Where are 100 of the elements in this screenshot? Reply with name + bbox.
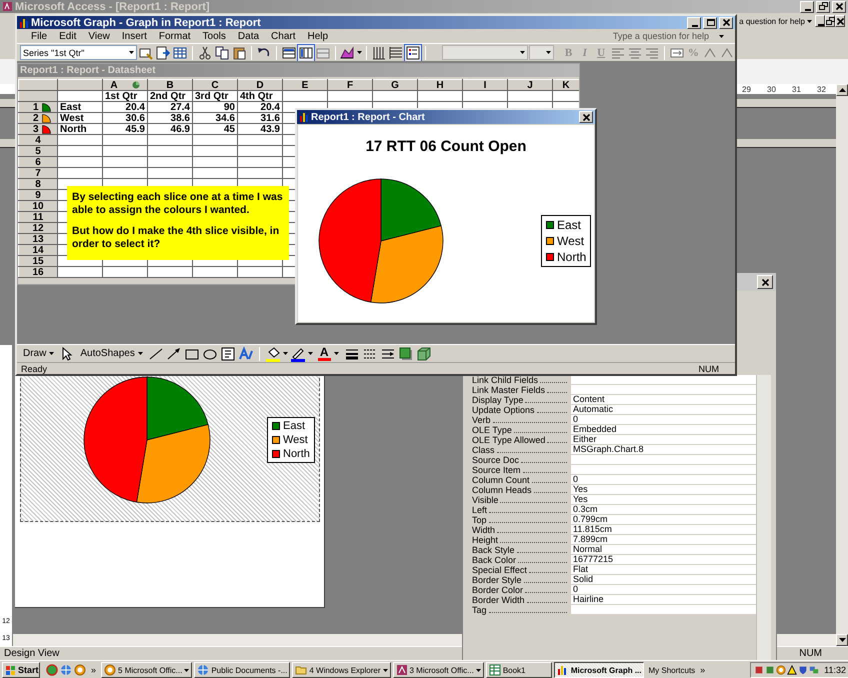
scissors-icon[interactable] xyxy=(196,44,213,60)
pen-icon[interactable] xyxy=(290,346,306,362)
warning-icon[interactable] xyxy=(787,665,798,675)
menu-item[interactable]: Data xyxy=(232,30,266,42)
taskbar-button[interactable]: 3 Microsoft Offic... xyxy=(392,662,484,678)
maximize-button[interactable] xyxy=(703,16,717,28)
menu-item[interactable]: Edit xyxy=(53,30,82,42)
clock-icon[interactable] xyxy=(776,665,786,675)
property-value-field[interactable]: Content xyxy=(571,395,756,405)
tray-icon[interactable] xyxy=(754,665,764,675)
row-header[interactable]: 15 xyxy=(18,256,58,266)
pie-slice[interactable] xyxy=(370,225,444,304)
overflow-button[interactable]: » xyxy=(697,665,708,675)
menu-item[interactable]: File xyxy=(25,30,54,42)
row-header[interactable]: 2 xyxy=(18,112,58,124)
minimize-button[interactable] xyxy=(687,16,701,28)
column-header[interactable]: K xyxy=(552,80,579,90)
close-icon[interactable] xyxy=(760,278,770,286)
column-header[interactable]: F xyxy=(328,80,372,90)
pie-slice[interactable] xyxy=(136,424,210,504)
property-value-field[interactable]: 0 xyxy=(571,475,756,485)
property-value-field[interactable]: Embedded xyxy=(571,425,756,435)
close-button[interactable] xyxy=(719,16,733,28)
font-size-dropdown[interactable] xyxy=(528,45,554,60)
column-header[interactable]: B xyxy=(148,80,192,90)
shield-icon[interactable] xyxy=(798,665,808,675)
property-value-field[interactable]: Hairline xyxy=(571,595,756,605)
pie-slice[interactable] xyxy=(84,376,148,502)
property-value-field[interactable]: MSGraph.Chart.8 xyxy=(571,445,756,455)
menu-item[interactable]: Format xyxy=(152,30,197,42)
menu-item[interactable]: Tools xyxy=(196,30,232,42)
vertical-gridlines-icon[interactable] xyxy=(370,44,387,60)
column-header[interactable]: J xyxy=(508,80,552,90)
up-arrow-icon[interactable] xyxy=(838,88,846,92)
horizontal-gridlines-icon[interactable] xyxy=(388,44,404,60)
close-icon[interactable] xyxy=(722,18,730,27)
column-header[interactable]: D xyxy=(238,80,282,90)
row-header[interactable]: 14 xyxy=(18,244,58,256)
menu-item[interactable]: Insert xyxy=(116,30,153,42)
import-icon[interactable] xyxy=(154,44,171,60)
property-value-field[interactable] xyxy=(571,375,756,385)
down-arrow-icon[interactable] xyxy=(838,638,846,642)
arrow-icon[interactable] xyxy=(166,346,182,362)
property-value-field[interactable]: Normal xyxy=(571,545,756,555)
close-button[interactable] xyxy=(757,275,773,289)
column-header[interactable]: G xyxy=(372,80,418,90)
column-header[interactable]: I xyxy=(462,80,508,90)
columns-icon[interactable] xyxy=(298,44,314,60)
close-icon[interactable] xyxy=(834,2,844,11)
property-value-field[interactable]: Automatic xyxy=(571,405,756,415)
pie-slice[interactable] xyxy=(318,178,382,302)
column-header[interactable]: H xyxy=(418,80,462,90)
taskbar-button[interactable]: Microsoft Graph ... xyxy=(554,662,644,678)
property-value-field[interactable] xyxy=(571,455,756,465)
datasheet-icon[interactable] xyxy=(172,44,188,60)
clock-icon[interactable] xyxy=(74,664,86,676)
property-value-field[interactable]: 0 xyxy=(571,415,756,425)
row-header[interactable]: 13 xyxy=(18,234,58,244)
overflow-button[interactable]: » xyxy=(88,665,100,675)
chart-type-icon[interactable] xyxy=(340,44,356,60)
property-value-field[interactable]: Yes xyxy=(571,485,756,495)
taskbar-button[interactable]: Book1 xyxy=(486,662,552,678)
pie-slice[interactable] xyxy=(146,376,208,440)
globe-icon[interactable] xyxy=(46,664,58,676)
vertical-scrollbar[interactable] xyxy=(836,84,848,646)
property-value-field[interactable]: 0.3cm xyxy=(571,505,756,515)
property-value-field[interactable]: Either xyxy=(571,435,756,445)
clipboard-icon[interactable] xyxy=(230,44,247,60)
pie-slice[interactable] xyxy=(380,178,442,242)
taskbar-button[interactable]: Public Documents -... xyxy=(194,662,290,678)
property-value-field[interactable]: 16777215 xyxy=(571,555,756,565)
copy-icon[interactable] xyxy=(214,44,230,60)
network-icon[interactable] xyxy=(809,665,820,675)
minimize-button[interactable] xyxy=(800,0,814,12)
close-button[interactable] xyxy=(832,0,846,12)
property-value-field[interactable] xyxy=(571,385,756,395)
property-value-field[interactable] xyxy=(571,465,756,475)
menu-item[interactable]: Chart xyxy=(265,30,302,42)
row-header[interactable]: 7 xyxy=(18,168,58,178)
row-header[interactable]: 10 xyxy=(18,200,58,212)
cube-icon[interactable] xyxy=(416,346,432,362)
column-header[interactable]: C xyxy=(192,80,238,90)
paint-bucket-icon[interactable] xyxy=(264,346,281,362)
property-value-field[interactable] xyxy=(571,605,756,615)
help-field[interactable]: a question for help xyxy=(739,16,812,26)
row-header[interactable]: 1 xyxy=(18,102,58,112)
restore-button[interactable] xyxy=(816,0,830,12)
text-box-icon[interactable] xyxy=(220,346,236,362)
menu-item[interactable]: Help xyxy=(301,30,334,42)
property-value-field[interactable]: 0.799cm xyxy=(571,515,756,525)
property-value-field[interactable]: Yes xyxy=(571,495,756,505)
row-header[interactable]: 3 xyxy=(18,124,58,134)
start-button[interactable]: Start xyxy=(2,662,40,678)
help-field[interactable]: Type a question for help xyxy=(610,31,727,41)
row-header[interactable]: 5 xyxy=(18,146,58,156)
vertical-scrollbar[interactable] xyxy=(756,375,771,661)
property-value-field[interactable]: Solid xyxy=(571,575,756,585)
row-header[interactable]: 16 xyxy=(18,266,58,278)
chart-legend[interactable]: East West North xyxy=(267,417,315,463)
tray-icon[interactable] xyxy=(765,665,776,675)
